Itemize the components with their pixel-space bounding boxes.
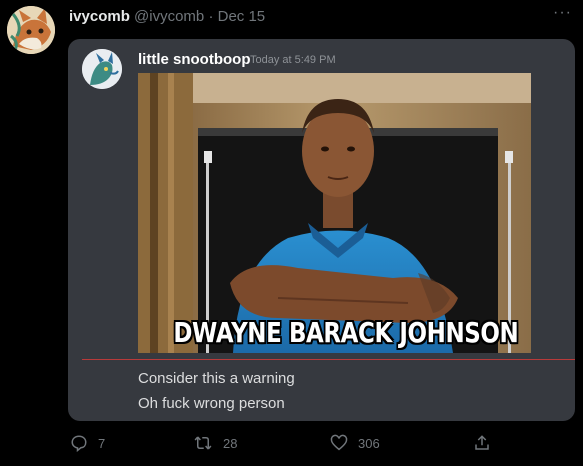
like-button[interactable]: 306 [330, 432, 380, 454]
reply-button[interactable]: 7 [70, 432, 105, 454]
meme-image: DWAYNE BARACK JOHNSON [138, 73, 531, 353]
fox-avatar-icon [7, 6, 55, 54]
retweet-icon [194, 436, 212, 450]
discord-message: Oh fuck wrong person [138, 395, 285, 412]
display-name[interactable]: ivycomb [69, 8, 130, 25]
tweet-header: ivycomb @ivycomb · Dec 15 [69, 8, 265, 26]
tweet-date[interactable]: Dec 15 [218, 8, 266, 25]
dragon-avatar-icon [82, 49, 122, 89]
discord-screenshot[interactable]: little snootboop Today at 5:49 PM DWAYNE… [68, 39, 575, 421]
like-count: 306 [358, 435, 380, 451]
new-messages-divider [82, 359, 575, 360]
discord-username: little snootboop [138, 51, 251, 68]
tweet: ivycomb @ivycomb · Dec 15 ··· little sno… [0, 0, 583, 466]
heart-icon [330, 434, 348, 451]
share-button[interactable] [473, 432, 491, 454]
more-options-icon[interactable]: ··· [553, 4, 572, 22]
meme-caption: DWAYNE BARACK JOHNSON [173, 316, 519, 349]
reply-count: 7 [98, 435, 106, 451]
retweet-button[interactable]: 28 [193, 432, 237, 454]
share-icon [475, 435, 489, 450]
user-avatar[interactable] [7, 6, 55, 54]
user-handle[interactable]: @ivycomb [134, 8, 204, 25]
separator-dot: · [208, 8, 214, 25]
tweet-actions: 7 28 306 [68, 432, 508, 456]
reply-icon [71, 435, 87, 452]
discord-timestamp: Today at 5:49 PM [250, 54, 336, 66]
retweet-count: 28 [223, 435, 238, 451]
meme-photo [138, 73, 531, 353]
discord-message: Consider this a warning [138, 370, 295, 387]
discord-avatar [82, 49, 122, 89]
